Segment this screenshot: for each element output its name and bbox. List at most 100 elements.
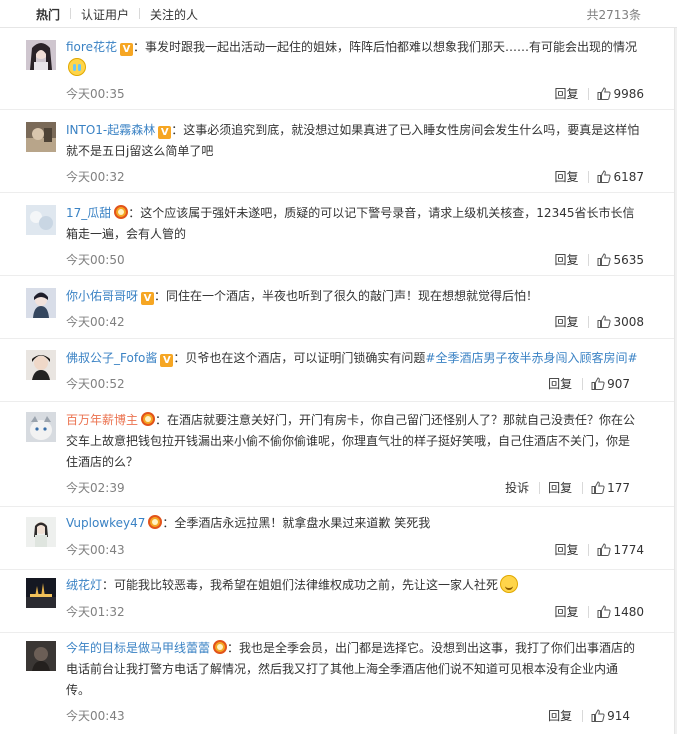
comment-item: INTO1-起霧森林 V ：这事必须追究到底，就没想过如果真进了已入睡女性房间会发生…: [0, 110, 674, 193]
comment-username[interactable]: 佛叔公子_Fofo酱: [66, 351, 157, 365]
comment-item: 你小佑哥哥呀 V ：同住在一个酒店，半夜也听到了很久的敲门声！现在想想就觉得后怕！ …: [0, 276, 674, 339]
reply-button[interactable]: 回复: [554, 251, 578, 268]
comment-text: 17_瓜甜 ：这个应该属于强奸未遂吧，质疑的可以记下警号录音，请求上级机关核查，1…: [66, 205, 635, 241]
comment-actions: 回复 3008: [554, 313, 644, 331]
avatar[interactable]: [26, 122, 56, 152]
comment-actions: 回复 1480: [554, 603, 644, 621]
comment-time: 今天00:42: [66, 315, 125, 329]
like-button[interactable]: 177: [591, 481, 630, 495]
comment-time: 今天01:32: [66, 605, 125, 619]
like-count: 9986: [613, 86, 644, 101]
avatar[interactable]: [26, 641, 56, 671]
comment-username[interactable]: 百万年薪博主: [66, 413, 138, 427]
comment-body: 可能我比较恶毒，我希望在姐姐们法律维权成功之前，先让这一家人社死: [114, 578, 499, 592]
comment-username[interactable]: 你小佑哥哥呀: [66, 289, 138, 303]
comment-filter-bar: 热门 认证用户 关注的人 共2713条: [0, 0, 677, 28]
reply-button[interactable]: 回复: [554, 168, 578, 185]
avatar[interactable]: [26, 288, 56, 318]
comment-username[interactable]: 17_瓜甜: [66, 206, 111, 220]
comment-body: 这个应该属于强奸未遂吧，质疑的可以记下警号录音，请求上级机关核查，12345省长…: [66, 206, 635, 241]
avatar[interactable]: [26, 412, 56, 442]
comment-username[interactable]: fiore花花: [66, 40, 117, 54]
like-count: 3008: [613, 314, 644, 329]
comment-username[interactable]: 今年的目标是做马甲线蕾蕾: [66, 641, 210, 655]
comment-actions: 回复 1774: [554, 541, 644, 559]
report-button[interactable]: 投诉: [505, 479, 529, 496]
comment-actions: 回复 907: [548, 375, 630, 393]
comment-body: 事发时跟我一起出活动一起住的姐妹，阵阵后怕都难以想象我们那天……有可能会出现的情…: [144, 40, 637, 54]
like-button[interactable]: 6187: [597, 170, 644, 184]
comment-actions: 回复 6187: [554, 168, 644, 186]
avatar[interactable]: [26, 205, 56, 235]
like-count: 6187: [613, 169, 644, 184]
comment-username[interactable]: 绒花灯: [66, 578, 102, 592]
hashtag-link[interactable]: #全季酒店男子夜半赤身闯入顾客房间#: [425, 351, 637, 365]
thumbs-up-icon: [597, 604, 612, 618]
comment-text: Vuplowkey47 ：全季酒店永远拉黑！就拿盘水果过来道歉 笑死我: [66, 515, 431, 530]
reply-button[interactable]: 回复: [554, 541, 578, 558]
comment-total-count: 共2713条: [586, 8, 641, 22]
comment-body: 同住在一个酒店，半夜也听到了很久的敲门声！现在想想就觉得后怕！: [166, 289, 539, 303]
crown-badge-icon: [148, 515, 163, 529]
like-button[interactable]: 1480: [597, 605, 644, 619]
smile-emoji-icon: [500, 575, 519, 593]
like-count: 1774: [613, 542, 644, 557]
like-count: 5635: [613, 252, 644, 267]
comment-time: 今天00:50: [66, 253, 125, 267]
like-count: 914: [607, 708, 630, 723]
comment-item: fiore花花 V ：事发时跟我一起出活动一起住的姐妹，阵阵后怕都难以想象我们那天……: [0, 28, 674, 110]
like-button[interactable]: 9986: [597, 87, 644, 101]
thumbs-up-icon: [591, 708, 605, 722]
reply-button[interactable]: 回复: [554, 313, 578, 330]
like-button[interactable]: 1774: [597, 543, 644, 557]
thumbs-up-icon: [597, 314, 612, 328]
thumbs-up-icon: [591, 376, 605, 390]
v-badge-icon: V: [119, 43, 133, 56]
tab-hot[interactable]: 热门: [36, 6, 60, 23]
thumbs-up-icon: [597, 542, 612, 556]
comment-time: 今天00:32: [66, 170, 125, 184]
comment-actions: 投诉 回复 177: [505, 479, 630, 497]
comment-text: 百万年薪博主 ：在酒店就要注意关好门，开门有房卡，你自己留门还怪别人了？那就自己没…: [66, 412, 636, 469]
comment-time: 今天02:39: [66, 481, 125, 495]
crown-badge-icon: [114, 205, 129, 219]
tab-verified-users[interactable]: 认证用户: [81, 6, 129, 23]
comment-meta: 今天02:39 投诉 回复 177: [66, 479, 644, 497]
comment-time: 今天00:43: [66, 709, 125, 723]
avatar[interactable]: [26, 40, 56, 70]
thumbs-up-icon: [597, 252, 612, 266]
comment-text: fiore花花 V ：事发时跟我一起出活动一起住的姐妹，阵阵后怕都难以想象我们那天……: [66, 37, 640, 79]
like-count: 177: [607, 480, 630, 495]
like-button[interactable]: 907: [591, 377, 630, 391]
comment-actions: 回复 914: [548, 707, 630, 725]
comment-username[interactable]: INTO1-起霧森林: [66, 123, 155, 137]
v-badge-icon: V: [160, 354, 174, 367]
reply-button[interactable]: 回复: [548, 479, 572, 496]
reply-button[interactable]: 回复: [554, 85, 578, 102]
comment-item: 今年的目标是做马甲线蕾蕾 ：我也是全季会员，出门都是选择它。没想到出这事，我打了你…: [0, 633, 674, 734]
comment-text: INTO1-起霧森林 V ：这事必须追究到底，就没想过如果真进了已入睡女性房间会发生…: [66, 123, 640, 158]
avatar[interactable]: [26, 578, 56, 608]
comment-actions: 回复 9986: [554, 85, 644, 103]
comment-item: 17_瓜甜 ：这个应该属于强奸未遂吧，质疑的可以记下警号录音，请求上级机关核查，1…: [0, 193, 674, 276]
avatar[interactable]: [26, 350, 56, 380]
avatar[interactable]: [26, 517, 56, 547]
thumbs-up-icon: [591, 480, 605, 494]
comment-username[interactable]: Vuplowkey47: [66, 516, 145, 530]
like-button[interactable]: 914: [591, 709, 630, 723]
comment-text: 绒花灯：可能我比较恶毒，我希望在姐姐们法律维权成功之前，先让这一家人社死: [66, 575, 640, 596]
tab-divider: [70, 8, 71, 19]
comment-time: 今天00:43: [66, 543, 125, 557]
like-button[interactable]: 5635: [597, 253, 644, 267]
like-button[interactable]: 3008: [597, 315, 644, 329]
tab-following[interactable]: 关注的人: [150, 6, 198, 23]
comment-meta: 今天00:43 回复 1774: [66, 541, 644, 559]
comment-body: 贝爷也在这个酒店，可以证明门锁确实有问题: [185, 351, 426, 365]
thumbs-up-icon: [597, 169, 612, 183]
comment-item: Vuplowkey47 ：全季酒店永远拉黑！就拿盘水果过来道歉 笑死我 今天00:…: [0, 507, 674, 570]
reply-button[interactable]: 回复: [548, 707, 572, 724]
comment-meta: 今天00:32 回复 6187: [66, 168, 644, 186]
reply-button[interactable]: 回复: [554, 603, 578, 620]
reply-button[interactable]: 回复: [548, 375, 572, 392]
v-badge-icon: V: [158, 126, 172, 139]
